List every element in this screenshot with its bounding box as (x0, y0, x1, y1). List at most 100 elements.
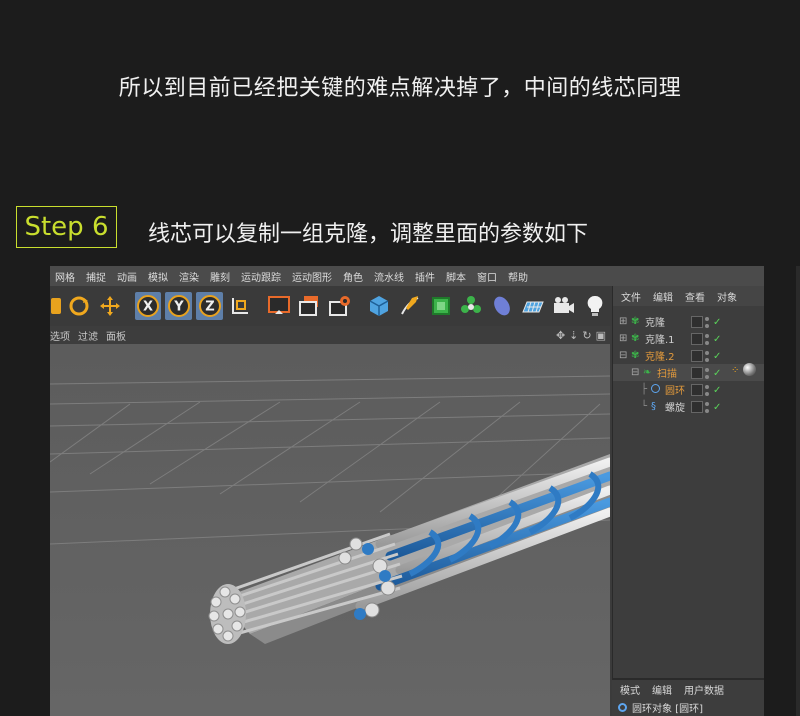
floor-icon[interactable] (520, 292, 547, 320)
attr-menu-user-data[interactable]: 用户数据 (676, 682, 728, 697)
adjacent-window-edge (796, 266, 800, 716)
menu-item-mograph[interactable]: 运动图形 (287, 269, 338, 284)
menu-item-render[interactable]: 渲染 (174, 269, 205, 284)
menu-item-mesh[interactable]: 网格 (50, 269, 81, 284)
circle-spline-icon (651, 384, 660, 393)
object-row-sweep[interactable]: ⊟ ❧ 扫描 ✓ ⁘ (613, 363, 764, 381)
om-menu-view[interactable]: 查看 (677, 289, 709, 304)
attr-menu-edit[interactable]: 编辑 (644, 682, 676, 697)
viewport-move-icon[interactable]: ✥ (556, 329, 565, 342)
enabled-check-icon[interactable]: ✓ (713, 317, 721, 328)
tag-dots-icon[interactable]: ⁘ (731, 365, 739, 376)
visibility-dots-icon[interactable] (705, 367, 711, 379)
deformer-icon[interactable] (489, 292, 516, 320)
cube-primitive-icon[interactable] (366, 292, 393, 320)
main-menubar: 网格 捕捉 动画 模拟 渲染 雕刻 运动跟踪 运动图形 角色 流水线 插件 脚本… (50, 266, 764, 286)
object-name: 克隆.1 (645, 335, 675, 346)
render-settings-icon[interactable] (327, 292, 354, 320)
visibility-dots-icon[interactable] (705, 384, 711, 396)
helix-spline-icon: § (651, 401, 656, 412)
menu-item-motion-tracking[interactable]: 运动跟踪 (236, 269, 287, 284)
object-manager: 文件 编辑 查看 对象 ⊞ ✾ 克隆 ✓ ⊞ ✾ 克隆.1 ✓ ⊟ ✾ 克隆.2… (612, 286, 764, 696)
camera-icon[interactable] (550, 292, 577, 320)
menu-item-character[interactable]: 角色 (338, 269, 369, 284)
coordinate-system-icon[interactable] (227, 292, 254, 320)
z-axis-lock-icon[interactable]: Z (196, 292, 224, 320)
material-tag-icon[interactable] (743, 363, 756, 376)
visibility-dots-icon[interactable] (705, 316, 711, 328)
viewport-maximize-icon[interactable]: ▣ (596, 329, 606, 342)
subdivision-icon[interactable] (427, 292, 454, 320)
object-row-cloner-2[interactable]: ⊟ ✾ 克隆.2 ✓ (613, 347, 764, 364)
viewport-menubar: 选项 过滤 面板 ✥ ⇣ ↻ ▣ (50, 326, 610, 344)
render-picture-queue-icon[interactable] (296, 292, 323, 320)
layer-icon[interactable] (691, 316, 703, 328)
object-name: 克隆 (645, 318, 665, 329)
enabled-check-icon[interactable]: ✓ (713, 402, 721, 413)
svg-text:Y: Y (173, 300, 184, 315)
collapse-icon[interactable]: ⊟ (631, 367, 639, 378)
layer-icon[interactable] (691, 350, 703, 362)
layer-icon[interactable] (691, 333, 703, 345)
expand-icon[interactable]: ⊞ (619, 316, 627, 327)
enabled-check-icon[interactable]: ✓ (713, 385, 721, 396)
scale-tool-icon[interactable] (50, 292, 63, 320)
viewport-rotate-icon[interactable]: ↻ (582, 329, 591, 342)
enabled-check-icon[interactable]: ✓ (713, 334, 721, 345)
object-name: 螺旋 (665, 403, 685, 414)
pen-spline-icon[interactable] (396, 292, 423, 320)
cable-model (208, 454, 610, 644)
layer-icon[interactable] (691, 384, 703, 396)
menu-item-window[interactable]: 窗口 (472, 269, 503, 284)
object-row-circle[interactable]: ├ 圆环 ✓ (613, 381, 764, 398)
attributes-object-label: 圆环对象 [圆环] (632, 703, 703, 715)
layer-icon[interactable] (691, 401, 703, 413)
om-menu-object[interactable]: 对象 (709, 289, 741, 304)
expand-icon[interactable]: ⊞ (619, 333, 627, 344)
x-axis-lock-icon[interactable]: X (134, 292, 162, 320)
viewport-menu-filter[interactable]: 过滤 (78, 328, 106, 343)
svg-text:Z: Z (205, 300, 214, 315)
rotate-tool-icon[interactable] (65, 292, 92, 320)
viewport-scene (50, 375, 610, 644)
render-view-icon[interactable] (266, 292, 293, 320)
menu-item-plugins[interactable]: 插件 (410, 269, 441, 284)
cinema4d-window: 网格 捕捉 动画 模拟 渲染 雕刻 运动跟踪 运动图形 角色 流水线 插件 脚本… (50, 266, 764, 716)
om-menu-edit[interactable]: 编辑 (645, 289, 677, 304)
cloner-icon: ✾ (631, 350, 640, 361)
object-row-cloner-1[interactable]: ⊞ ✾ 克隆.1 ✓ (613, 330, 764, 347)
menu-item-simulate[interactable]: 模拟 (143, 269, 174, 284)
visibility-dots-icon[interactable] (705, 401, 711, 413)
menu-item-sculpt[interactable]: 雕刻 (205, 269, 236, 284)
cloner-icon[interactable] (458, 292, 485, 320)
visibility-dots-icon[interactable] (705, 350, 711, 362)
object-name: 圆环 (665, 386, 685, 397)
attr-menu-mode[interactable]: 模式 (612, 682, 644, 697)
attributes-object-header: 圆环对象 [圆环] (612, 698, 764, 716)
cloner-icon: ✾ (631, 316, 640, 327)
om-menu-file[interactable]: 文件 (613, 289, 645, 304)
collapse-icon[interactable]: ⊟ (619, 350, 627, 361)
object-name: 扫描 (657, 369, 677, 380)
menu-item-script[interactable]: 脚本 (441, 269, 472, 284)
viewport-zoom-icon[interactable]: ⇣ (569, 329, 578, 342)
menu-item-pipeline[interactable]: 流水线 (369, 269, 410, 284)
object-manager-menubar: 文件 编辑 查看 对象 (613, 286, 764, 306)
visibility-dots-icon[interactable] (705, 333, 711, 345)
enabled-check-icon[interactable]: ✓ (713, 351, 721, 362)
menu-item-help[interactable]: 帮助 (503, 269, 534, 284)
menu-item-snap[interactable]: 捕捉 (81, 269, 112, 284)
viewport-menu-options[interactable]: 选项 (50, 328, 78, 343)
main-toolbar: X Y Z (50, 286, 612, 326)
attributes-manager: 模式 编辑 用户数据 圆环对象 [圆环] (612, 678, 764, 716)
viewport-menu-panel[interactable]: 面板 (106, 328, 134, 343)
object-row-helix[interactable]: └ § 螺旋 ✓ (613, 398, 764, 415)
menu-item-animate[interactable]: 动画 (112, 269, 143, 284)
object-row-cloner[interactable]: ⊞ ✾ 克隆 ✓ (613, 313, 764, 330)
enabled-check-icon[interactable]: ✓ (713, 368, 721, 379)
move-tool-icon[interactable] (96, 292, 123, 320)
3d-viewport[interactable] (50, 344, 610, 716)
y-axis-lock-icon[interactable]: Y (165, 292, 193, 320)
layer-icon[interactable] (691, 367, 703, 379)
light-icon[interactable] (581, 292, 608, 320)
